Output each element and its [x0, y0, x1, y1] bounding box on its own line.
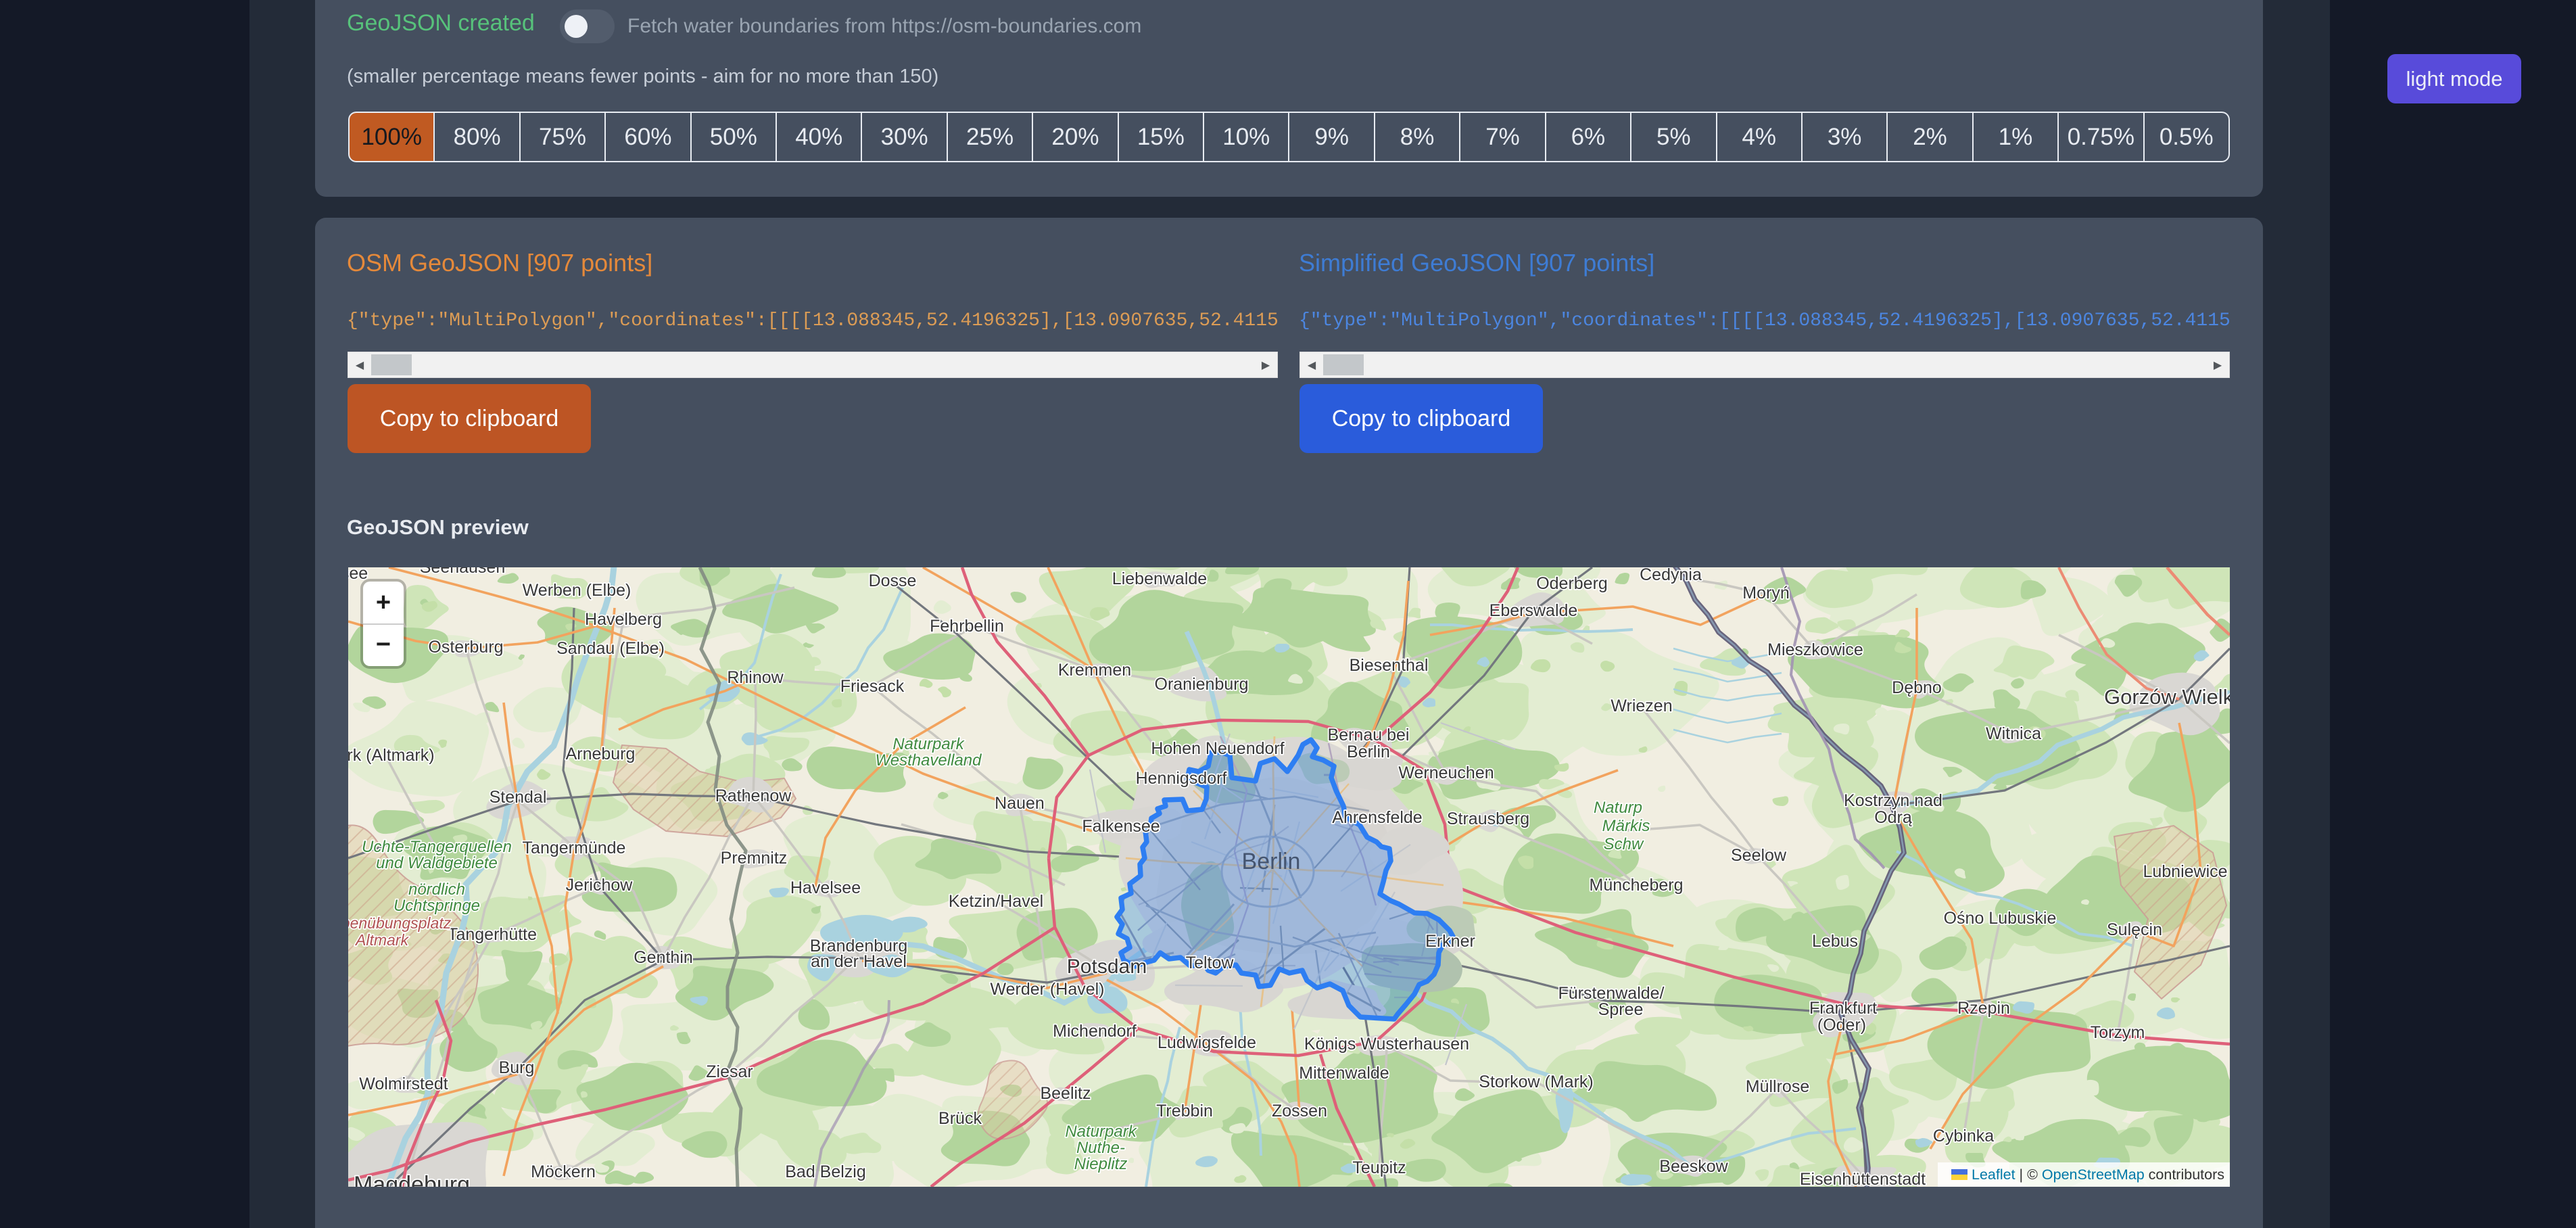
svg-text:Burg: Burg: [499, 1058, 535, 1077]
svg-text:penübungsplatz: penübungsplatz: [348, 914, 452, 932]
svg-text:Cedynia: Cedynia: [1640, 567, 1702, 584]
svg-text:Berlin: Berlin: [1347, 742, 1390, 761]
svg-text:Falkensee: Falkensee: [1082, 817, 1160, 836]
svg-text:Ziesar: Ziesar: [706, 1062, 753, 1081]
svg-text:Wriezen: Wriezen: [1611, 696, 1672, 715]
svg-text:Beelitz: Beelitz: [1040, 1084, 1091, 1103]
svg-text:Bad Belzig: Bad Belzig: [785, 1162, 866, 1181]
svg-text:Uchtspringe: Uchtspringe: [393, 897, 480, 915]
svg-text:Genthin: Genthin: [634, 948, 693, 967]
svg-text:Potsdam: Potsdam: [1067, 955, 1147, 978]
svg-text:Sandau (Elbe): Sandau (Elbe): [556, 639, 665, 658]
svg-text:Havelsee: Havelsee: [790, 878, 861, 897]
svg-text:Beeskow: Beeskow: [1659, 1157, 1728, 1176]
svg-text:Gorzów Wielkopo: Gorzów Wielkopo: [2104, 685, 2230, 709]
svg-text:Müllrose: Müllrose: [1746, 1077, 1809, 1096]
svg-text:Frankfurt: Frankfurt: [1809, 999, 1877, 1018]
svg-text:Michendorf: Michendorf: [1053, 1022, 1137, 1041]
svg-text:Spree: Spree: [1598, 1000, 1644, 1019]
svg-text:Kostrzyn nad: Kostrzyn nad: [1844, 791, 1942, 810]
svg-text:Werben (Elbe): Werben (Elbe): [523, 581, 631, 600]
svg-text:Seehausen: Seehausen: [420, 567, 506, 577]
svg-text:Schw: Schw: [1604, 835, 1644, 853]
svg-text:Oderberg: Oderberg: [1536, 574, 1608, 593]
svg-text:Rhinow: Rhinow: [727, 668, 784, 687]
svg-text:Werneuchen: Werneuchen: [1398, 763, 1494, 782]
svg-text:Dębno: Dębno: [1892, 678, 1942, 697]
svg-text:Westhavelland: Westhavelland: [876, 751, 982, 770]
svg-text:nördlich: nördlich: [408, 880, 465, 899]
svg-text:(Oder): (Oder): [1817, 1016, 1866, 1035]
svg-text:Liebenwalde: Liebenwalde: [1112, 569, 1207, 588]
svg-text:see: see: [348, 567, 368, 583]
svg-text:Mittenwalde: Mittenwalde: [1299, 1064, 1389, 1083]
svg-text:Brück: Brück: [938, 1109, 982, 1128]
svg-text:Werder (Havel): Werder (Havel): [990, 980, 1104, 999]
svg-text:Nuthe-: Nuthe-: [1076, 1139, 1125, 1157]
svg-text:Altmark: Altmark: [354, 931, 409, 949]
svg-text:Teupitz: Teupitz: [1352, 1158, 1406, 1177]
svg-text:Naturpark: Naturpark: [892, 735, 965, 753]
svg-text:Eberswalde: Eberswalde: [1489, 601, 1578, 620]
svg-text:Moryń: Moryń: [1742, 584, 1789, 603]
svg-text:Odrą: Odrą: [1874, 808, 1912, 827]
svg-text:Cybinka: Cybinka: [1933, 1127, 1994, 1146]
svg-text:Hohen Neuendorf: Hohen Neuendorf: [1151, 739, 1284, 758]
svg-text:Jerichow: Jerichow: [566, 876, 634, 895]
svg-text:Teltow: Teltow: [1186, 953, 1235, 972]
svg-text:Ahrensfelde: Ahrensfelde: [1332, 808, 1422, 827]
svg-text:Stendal: Stendal: [490, 788, 547, 807]
svg-text:Ośno Lubuskie: Ośno Lubuskie: [1944, 909, 2057, 928]
svg-text:Osterburg: Osterburg: [428, 638, 503, 657]
svg-text:Magdeburg: Magdeburg: [354, 1172, 470, 1187]
svg-text:Ketzin/Havel: Ketzin/Havel: [949, 892, 1043, 911]
svg-text:Bernau bei: Bernau bei: [1328, 726, 1410, 745]
svg-text:Eisenhüttenstadt: Eisenhüttenstadt: [1800, 1170, 1926, 1187]
svg-text:Havelberg: Havelberg: [585, 610, 662, 629]
svg-text:Sulęcin: Sulęcin: [2107, 920, 2162, 939]
svg-text:Müncheberg: Müncheberg: [1590, 876, 1684, 895]
svg-text:Berlin: Berlin: [1242, 849, 1301, 874]
svg-text:Arneburg: Arneburg: [566, 745, 636, 763]
svg-text:Zossen: Zossen: [1272, 1102, 1327, 1120]
svg-text:Premnitz: Premnitz: [721, 849, 788, 868]
svg-text:Nieplitz: Nieplitz: [1074, 1155, 1128, 1173]
svg-text:ark (Altmark): ark (Altmark): [348, 746, 435, 765]
svg-text:Lebus: Lebus: [1812, 932, 1858, 951]
svg-text:Oranienburg: Oranienburg: [1155, 675, 1249, 694]
svg-text:Tangerhütte: Tangerhütte: [448, 925, 537, 944]
svg-text:Naturp: Naturp: [1594, 799, 1642, 817]
svg-text:an der Havel: an der Havel: [811, 952, 907, 971]
svg-text:Mieszkowice: Mieszkowice: [1767, 640, 1863, 659]
svg-text:Dosse: Dosse: [869, 571, 917, 590]
svg-text:Ludwigsfelde: Ludwigsfelde: [1158, 1033, 1256, 1052]
svg-text:Lubniewice: Lubniewice: [2143, 862, 2227, 881]
svg-text:Witnica: Witnica: [1986, 724, 2041, 743]
svg-text:Wolmirstedt: Wolmirstedt: [359, 1074, 448, 1093]
svg-text:Strausberg: Strausberg: [1447, 809, 1529, 828]
svg-text:Rathenow: Rathenow: [715, 786, 792, 805]
svg-text:Nauen: Nauen: [995, 794, 1045, 813]
svg-text:Rzepin: Rzepin: [1957, 999, 2010, 1018]
svg-text:Möckern: Möckern: [531, 1162, 596, 1181]
svg-text:Kremmen: Kremmen: [1058, 661, 1131, 680]
svg-text:Seelow: Seelow: [1731, 846, 1787, 865]
svg-text:Hennigsdorf: Hennigsdorf: [1136, 769, 1227, 788]
svg-text:Märkis: Märkis: [1602, 817, 1650, 835]
svg-text:Torzym: Torzym: [2091, 1023, 2145, 1042]
svg-text:Friesack: Friesack: [840, 677, 905, 696]
svg-text:Naturpark: Naturpark: [1065, 1123, 1137, 1141]
svg-text:Erkner: Erkner: [1425, 932, 1475, 951]
svg-text:Tangermünde: Tangermünde: [523, 839, 626, 857]
svg-text:Fehrbellin: Fehrbellin: [930, 617, 1004, 636]
svg-text:Uchte-Tangerquellen: Uchte-Tangerquellen: [362, 838, 512, 856]
svg-text:Biesenthal: Biesenthal: [1350, 656, 1429, 675]
svg-text:Königs Wusterhausen: Königs Wusterhausen: [1304, 1035, 1469, 1054]
svg-text:Trebbin: Trebbin: [1156, 1102, 1213, 1120]
svg-text:und Waldgebiete: und Waldgebiete: [376, 854, 498, 872]
svg-text:Storkow (Mark): Storkow (Mark): [1479, 1072, 1593, 1091]
